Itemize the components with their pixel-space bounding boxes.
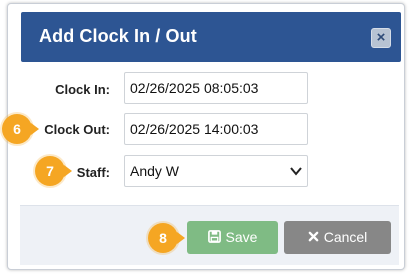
callout-badge-6: 6 bbox=[2, 114, 32, 144]
staff-select-value: Andy W bbox=[130, 163, 180, 179]
callout-badge-8: 8 bbox=[148, 223, 178, 253]
x-icon bbox=[308, 231, 319, 242]
close-icon: × bbox=[376, 29, 386, 46]
clock-in-input[interactable] bbox=[124, 72, 308, 104]
clock-out-input[interactable] bbox=[124, 113, 308, 145]
dialog-title: Add Clock In / Out bbox=[39, 26, 197, 46]
clock-in-label: Clock In: bbox=[55, 82, 110, 97]
callout-badge-7: 7 bbox=[35, 156, 65, 186]
save-button-label: Save bbox=[225, 229, 258, 245]
staff-select[interactable]: Andy W bbox=[124, 155, 308, 187]
callout-arrow-8 bbox=[177, 232, 185, 244]
callout-arrow-7 bbox=[64, 165, 72, 177]
dialog-header: Add Clock In / Out × bbox=[21, 12, 401, 62]
cancel-button[interactable]: Cancel bbox=[284, 221, 391, 254]
chevron-down-icon bbox=[290, 167, 302, 176]
cancel-button-label: Cancel bbox=[323, 229, 368, 245]
floppy-disk-icon bbox=[207, 230, 221, 244]
callout-arrow-6 bbox=[31, 123, 39, 135]
save-button[interactable]: Save bbox=[187, 221, 278, 254]
close-button[interactable]: × bbox=[371, 28, 391, 48]
